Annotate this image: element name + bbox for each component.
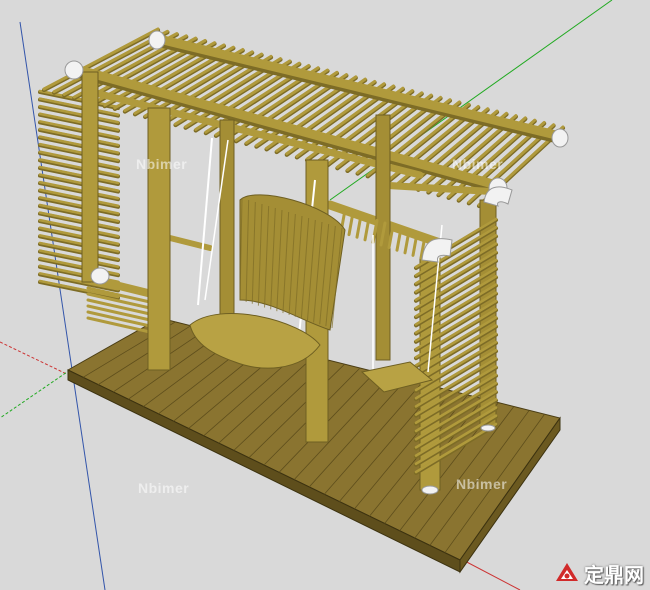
green-axis-lower — [0, 369, 71, 419]
post-left-panel — [81, 71, 99, 283]
post-cap-right-front — [421, 485, 439, 495]
watermark-1: Nbimer — [136, 156, 188, 172]
connector-back-left — [148, 30, 166, 50]
swing-rope-left-a — [197, 137, 213, 306]
zhuding-logo-icon — [556, 562, 578, 581]
connector-panel-bottom — [90, 267, 110, 285]
watermark-3: Nbimer — [138, 480, 190, 496]
model-scene[interactable] — [0, 0, 650, 590]
connector-back-right — [551, 128, 569, 148]
sketchup-viewport[interactable]: Nbimer Nbimer Nbimer Nbimer 定鼎网 — [0, 0, 650, 590]
brand-logo[interactable]: 定鼎网 — [554, 559, 644, 588]
watermark-2: Nbimer — [452, 156, 504, 172]
post-left-front — [147, 107, 171, 371]
watermark-4: Nbimer — [456, 476, 508, 492]
post-cap-right-back — [480, 424, 496, 432]
connector-front-left — [64, 60, 84, 80]
brand-text: 定鼎网 — [584, 563, 644, 587]
